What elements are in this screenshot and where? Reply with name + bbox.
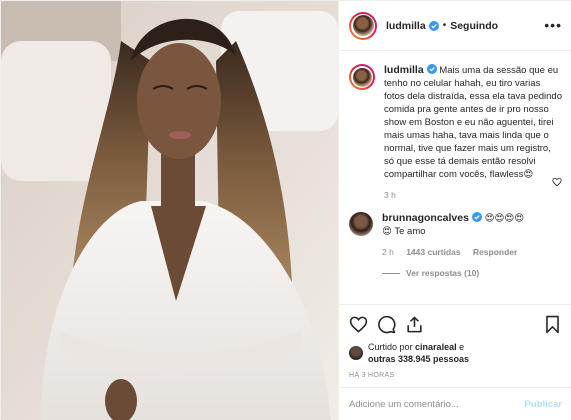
comment-bubble-icon[interactable]: [377, 315, 396, 334]
share-icon[interactable]: [405, 315, 424, 334]
verified-badge-icon: [471, 212, 482, 222]
caption-text: Mais uma da sessão que eu tenho no celul…: [384, 65, 562, 180]
post-side-panel: ludmilla • Seguindo ••• ludmilla Mais um…: [338, 1, 571, 420]
save-bookmark-icon[interactable]: [543, 315, 562, 334]
comments-list[interactable]: ludmilla Mais uma da sessão que eu tenho…: [339, 52, 571, 304]
comment-item: brunnagoncalves 😍😍😍😍 😍 Te amo 2 h 1443 c…: [349, 212, 562, 280]
author-avatar[interactable]: [349, 11, 377, 40]
caption-time[interactable]: 3 h: [384, 190, 396, 200]
post-actions: Curtido por cinaraleal e outras 338.945 …: [339, 304, 571, 379]
post-timestamp[interactable]: HÁ 3 HORAS: [349, 372, 562, 379]
verified-badge-icon: [428, 20, 439, 31]
comment-text: 😍 Te amo: [382, 226, 426, 237]
likes-summary: Curtido por cinaraleal e outras 338.945 …: [349, 341, 562, 365]
like-heart-icon[interactable]: [349, 315, 368, 334]
caption: ludmilla Mais uma da sessão que eu tenho…: [349, 64, 562, 202]
post-header: ludmilla • Seguindo •••: [339, 1, 571, 51]
comment-composer: Publicar: [339, 387, 571, 420]
reply-button[interactable]: Responder: [473, 247, 517, 257]
photo-illustration: [1, 1, 338, 420]
verified-badge-icon: [426, 64, 437, 74]
liked-by-connector: e: [459, 342, 465, 352]
more-options-button[interactable]: •••: [544, 18, 562, 32]
liked-by-prefix: Curtido por: [368, 342, 413, 352]
caption-username[interactable]: ludmilla: [384, 64, 424, 76]
view-replies-toggle[interactable]: Ver respostas (10): [382, 267, 560, 280]
following-button[interactable]: Seguindo: [450, 20, 498, 32]
publish-button[interactable]: Publicar: [525, 399, 563, 410]
liked-by-user[interactable]: cinaraleal: [415, 342, 457, 352]
comment-input[interactable]: [349, 399, 525, 410]
reply-line: [382, 273, 400, 274]
comment-like-heart-icon[interactable]: [552, 177, 562, 187]
comment-emojis: 😍😍😍😍: [484, 213, 525, 224]
instagram-post: ludmilla • Seguindo ••• ludmilla Mais um…: [0, 0, 571, 420]
header-dot-separator: •: [442, 20, 447, 31]
post-photo[interactable]: [1, 1, 338, 420]
view-replies-label: Ver respostas (10): [406, 268, 480, 278]
comment-likes[interactable]: 1443 curtidas: [406, 247, 460, 257]
author-username[interactable]: ludmilla: [386, 20, 426, 32]
liker-avatar[interactable]: [349, 346, 363, 360]
liked-by-others[interactable]: outras 338.945 pessoas: [368, 354, 469, 364]
commenter-avatar[interactable]: [349, 212, 373, 236]
commenter-username[interactable]: brunnagoncalves: [382, 212, 469, 224]
caption-avatar[interactable]: [349, 64, 375, 90]
comment-time[interactable]: 2 h: [382, 247, 394, 257]
